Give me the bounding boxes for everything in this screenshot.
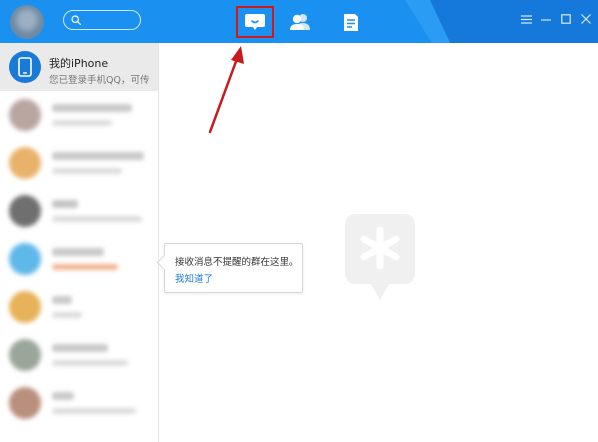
avatar: [9, 195, 41, 227]
blurred-name: [52, 296, 72, 304]
blurred-preview: [52, 408, 136, 414]
document-icon: [344, 13, 358, 31]
blurred-preview: [52, 216, 142, 222]
blurred-name: [52, 248, 104, 256]
search-box[interactable]: [63, 10, 141, 30]
contacts-icon: [290, 14, 310, 30]
search-input[interactable]: [84, 13, 138, 27]
minimize-icon[interactable]: [540, 12, 552, 26]
avatar: [9, 387, 41, 419]
blurred-name: [52, 392, 74, 400]
blurred-name: [52, 152, 144, 160]
title-bar: [0, 0, 598, 43]
nav-messages-button[interactable]: [236, 6, 274, 38]
contact-preview: 您已登录手机QQ，可传: [49, 75, 150, 86]
annotation-arrow-icon: [208, 46, 244, 134]
blurred-preview: [52, 120, 112, 126]
blurred-name: [52, 104, 132, 112]
nav-files-button[interactable]: [336, 7, 366, 37]
dismiss-link[interactable]: 我知道了: [175, 271, 213, 285]
maximize-icon[interactable]: [560, 12, 572, 26]
blurred-name: [52, 344, 108, 352]
close-icon[interactable]: [580, 12, 592, 26]
notification-tooltip: 接收消息不提醒的群在这里。 我知道了: [164, 243, 303, 293]
list-item[interactable]: [0, 379, 158, 427]
chat-bubble-icon: [245, 13, 265, 30]
avatar: [9, 243, 41, 275]
blurred-preview: [52, 312, 82, 318]
contact-name: 我的iPhone: [49, 57, 109, 70]
phone-avatar: [9, 51, 41, 83]
avatar: [9, 339, 41, 371]
list-item[interactable]: [0, 235, 158, 283]
avatar: [9, 147, 41, 179]
list-item[interactable]: [0, 91, 158, 139]
nav-contacts-button[interactable]: [285, 7, 315, 37]
qq-logo-watermark-icon: [345, 214, 415, 300]
list-item[interactable]: [0, 331, 158, 379]
tooltip-message: 接收消息不提醒的群在这里。: [175, 257, 299, 268]
avatar: [9, 291, 41, 323]
list-item[interactable]: [0, 283, 158, 331]
blurred-preview: [52, 264, 118, 270]
blurred-preview: [52, 360, 128, 366]
user-avatar[interactable]: [10, 5, 44, 39]
window-controls: [520, 12, 592, 26]
list-item[interactable]: [0, 139, 158, 187]
avatar: [9, 99, 41, 131]
list-item[interactable]: [0, 187, 158, 235]
search-icon: [71, 15, 81, 25]
list-item-my-iphone[interactable]: 我的iPhone 您已登录手机QQ，可传: [0, 43, 158, 91]
phone-icon: [18, 57, 32, 77]
menu-icon[interactable]: [520, 12, 532, 26]
blurred-name: [52, 200, 78, 208]
conversation-list[interactable]: 我的iPhone 您已登录手机QQ，可传: [0, 43, 159, 442]
blurred-preview: [52, 168, 122, 174]
